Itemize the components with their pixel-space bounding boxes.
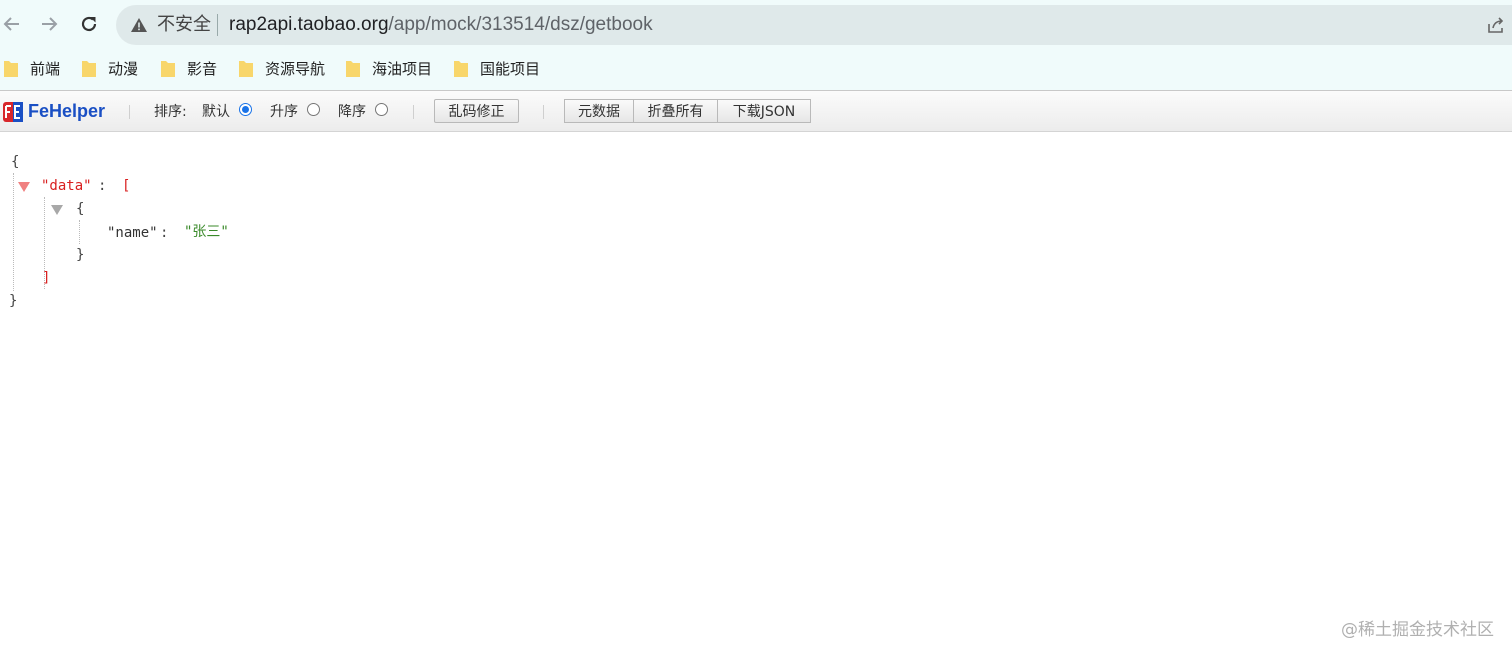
data-open-bracket: [ — [122, 178, 131, 194]
forward-button[interactable] — [33, 8, 65, 40]
address-separator — [217, 14, 218, 36]
warning-triangle-icon[interactable] — [130, 16, 148, 34]
back-arrow-icon — [3, 17, 19, 31]
name-value: "张三" — [184, 224, 229, 240]
bookmark-folder-anime[interactable]: 动漫 — [82, 54, 138, 82]
folder-icon — [454, 60, 468, 77]
sort-asc-label[interactable]: 升序 — [270, 102, 298, 122]
folder-icon — [239, 60, 253, 77]
address-bar[interactable]: 不安全 rap2api.taobao.org/app/mock/313514/d… — [116, 5, 1512, 45]
back-button[interactable] — [0, 8, 28, 40]
bookmark-label: 国能项目 — [480, 59, 541, 78]
sort-default-label[interactable]: 默认 — [202, 102, 230, 122]
browser-chrome: 不安全 rap2api.taobao.org/app/mock/313514/d… — [0, 0, 1512, 90]
toolbar-separator — [129, 105, 130, 119]
indent-guide — [13, 173, 14, 291]
folder-icon — [346, 60, 360, 77]
item-close-brace: } — [76, 247, 85, 263]
name-colon: : — [160, 225, 169, 241]
bookmark-label: 影音 — [187, 59, 218, 78]
sort-asc-radio[interactable] — [307, 103, 320, 116]
forward-arrow-icon — [42, 17, 58, 31]
data-close-bracket: ] — [42, 270, 51, 286]
folder-icon — [4, 60, 18, 77]
bookmark-label: 前端 — [30, 59, 61, 78]
data-key: "data" — [41, 178, 92, 194]
data-colon: : — [98, 178, 107, 194]
reload-icon — [81, 16, 97, 32]
item-open-brace: { — [76, 201, 85, 217]
bookmark-label: 海油项目 — [372, 59, 433, 78]
collapse-item-toggle-icon[interactable] — [51, 205, 63, 215]
toolbar-separator — [543, 105, 544, 119]
indent-guide — [79, 220, 80, 244]
bookmark-folder-media[interactable]: 影音 — [161, 54, 217, 82]
collapse-data-toggle-icon[interactable] — [18, 182, 30, 192]
sort-desc-label[interactable]: 降序 — [338, 102, 366, 122]
collapse-all-button[interactable]: 折叠所有 — [633, 99, 718, 123]
folder-icon — [161, 60, 175, 77]
download-json-button[interactable]: 下载JSON — [717, 99, 811, 123]
bookmark-label: 动漫 — [108, 59, 139, 78]
url-host: rap2api.taobao.org — [229, 14, 389, 35]
bookmark-folder-resources[interactable]: 资源导航 — [239, 54, 325, 82]
bookmark-label: 资源导航 — [265, 59, 326, 78]
reload-button[interactable] — [73, 8, 105, 40]
url-path: /app/mock/313514/dsz/getbook — [388, 14, 653, 35]
name-key: "name" — [107, 225, 158, 241]
share-icon[interactable] — [1486, 15, 1506, 35]
security-label[interactable]: 不安全 — [157, 14, 211, 36]
bookmark-folder-cnooc[interactable]: 海油项目 — [346, 54, 432, 82]
toolbar-separator — [413, 105, 414, 119]
sort-desc-radio[interactable] — [375, 103, 388, 116]
watermark: @稀土掘金技术社区 — [1341, 620, 1494, 640]
fehelper-logo-icon — [3, 102, 23, 122]
root-open-brace: { — [11, 154, 20, 170]
fehelper-brand: FeHelper — [28, 101, 106, 121]
url-text[interactable]: rap2api.taobao.org/app/mock/313514/dsz/g… — [229, 13, 653, 37]
sort-default-radio[interactable] — [239, 103, 252, 116]
sort-label: 排序: — [154, 104, 187, 120]
root-close-brace: } — [9, 293, 18, 309]
folder-icon — [82, 60, 96, 77]
bookmark-folder-chn-energy[interactable]: 国能项目 — [454, 54, 540, 82]
metadata-button[interactable]: 元数据 — [564, 99, 634, 123]
fix-encoding-button[interactable]: 乱码修正 — [434, 99, 519, 123]
fehelper-toolbar: FeHelper 排序: 默认 升序 降序 乱码修正 元数据 折叠所有 下载JS… — [0, 91, 1512, 132]
bookmark-folder-frontend[interactable]: 前端 — [4, 54, 60, 82]
